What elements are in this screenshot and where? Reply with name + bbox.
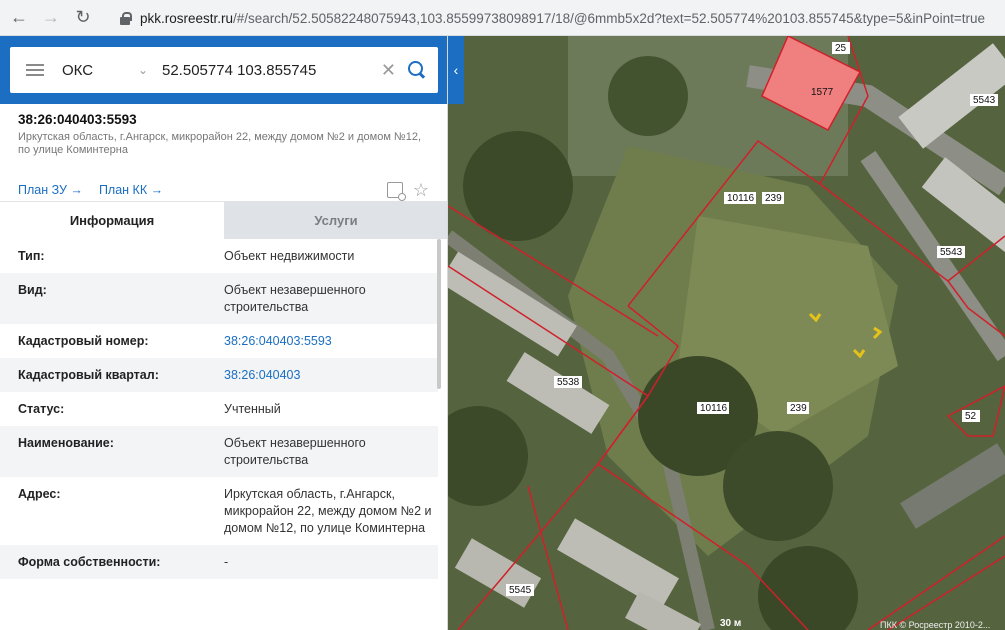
plan-zu-link[interactable]: План ЗУ → bbox=[18, 183, 83, 197]
forward-icon[interactable]: → bbox=[38, 5, 64, 31]
info-key: Статус: bbox=[18, 402, 65, 416]
parcel-label: 5543 bbox=[973, 95, 996, 106]
parcel-label: 52 bbox=[965, 411, 977, 422]
info-row-ownership: Форма собственности: - bbox=[0, 545, 438, 579]
parcel-label: 239 bbox=[765, 193, 782, 204]
info-key: Тип: bbox=[18, 249, 45, 263]
document-search-icon[interactable] bbox=[386, 182, 406, 201]
info-value: Объект незавершенного строительства bbox=[224, 283, 366, 314]
info-table: Тип: Объект недвижимости Вид: Объект нез… bbox=[0, 239, 438, 579]
plan-links: План ЗУ → План КК → ☆ bbox=[18, 180, 429, 201]
info-row-type: Тип: Объект недвижимости bbox=[0, 239, 438, 273]
info-key: Наименование: bbox=[18, 436, 114, 450]
browser-toolbar: ← → ↻ pkk.rosreestr.ru/#/search/52.50582… bbox=[0, 0, 1005, 36]
search-input[interactable]: 52.505774 103.855745 bbox=[162, 62, 381, 79]
search-box: ОКС ⌄ 52.505774 103.855745 ✕ bbox=[10, 47, 438, 93]
url-path: /#/search/52.50582248075943,103.85599738… bbox=[233, 10, 985, 26]
object-address: Иркутская область, г.Ангарск, микрорайон… bbox=[18, 131, 422, 156]
collapse-panel-icon[interactable]: ‹ bbox=[448, 36, 464, 104]
info-panel: ОКС ⌄ 52.505774 103.855745 ✕ 38:26:04040… bbox=[0, 36, 448, 630]
tabs: Информация Услуги bbox=[0, 201, 447, 239]
address-bar[interactable]: pkk.rosreestr.ru/#/search/52.50582248075… bbox=[104, 4, 1005, 32]
reload-icon[interactable]: ↻ bbox=[70, 5, 96, 31]
satellite-map: 25 1577 5543 10116 239 5543 5538 10116 2… bbox=[448, 36, 1005, 630]
info-row-address: Адрес: Иркутская область, г.Ангарск, мик… bbox=[0, 477, 438, 545]
info-row-cadastral-number: Кадастровый номер: 38:26:040403:5593 bbox=[0, 324, 438, 358]
info-value: Учтенный bbox=[224, 402, 281, 416]
tab-information[interactable]: Информация bbox=[0, 201, 224, 239]
parcel-label: 10116 bbox=[700, 403, 728, 414]
parcel-label: 10116 bbox=[727, 193, 755, 204]
search-header: ОКС ⌄ 52.505774 103.855745 ✕ bbox=[0, 36, 447, 104]
panel-scrollbar[interactable] bbox=[437, 239, 441, 389]
lock-icon bbox=[118, 11, 132, 25]
object-type-select[interactable]: ОКС ⌄ bbox=[62, 62, 152, 79]
cadastral-quarter-link[interactable]: 38:26:040403 bbox=[224, 367, 438, 384]
info-key: Кадастровый номер: bbox=[18, 334, 149, 348]
object-cadastral-number: 38:26:040403:5593 bbox=[18, 112, 137, 127]
info-value: Иркутская область, г.Ангарск, микрорайон… bbox=[224, 487, 432, 535]
info-key: Адрес: bbox=[18, 487, 61, 501]
cadastral-number-link[interactable]: 38:26:040403:5593 bbox=[224, 333, 438, 350]
info-row-kind: Вид: Объект незавершенного строительства bbox=[0, 273, 438, 324]
info-key: Кадастровый квартал: bbox=[18, 368, 159, 382]
chevron-down-icon: ⌄ bbox=[137, 63, 148, 77]
menu-icon[interactable] bbox=[26, 64, 44, 76]
info-row-name: Наименование: Объект незавершенного стро… bbox=[0, 426, 438, 477]
back-icon[interactable]: ← bbox=[6, 5, 32, 31]
info-row-status: Статус: Учтенный bbox=[0, 392, 438, 426]
map-copyright: ПКК © Росреестр 2010-2... bbox=[880, 620, 991, 630]
parcel-label: 25 bbox=[835, 43, 847, 54]
info-row-cadastral-quarter: Кадастровый квартал: 38:26:040403 bbox=[0, 358, 438, 392]
info-value: Объект незавершенного строительства bbox=[224, 436, 366, 467]
info-key: Форма собственности: bbox=[18, 555, 161, 569]
tab-services[interactable]: Услуги bbox=[224, 201, 447, 239]
parcel-label: 5543 bbox=[940, 247, 963, 258]
search-icon[interactable] bbox=[408, 61, 426, 79]
star-icon[interactable]: ☆ bbox=[413, 180, 429, 201]
map-view[interactable]: 25 1577 5543 10116 239 5543 5538 10116 2… bbox=[448, 36, 1005, 630]
plan-kk-link[interactable]: План КК → bbox=[99, 183, 163, 197]
clear-icon[interactable]: ✕ bbox=[381, 60, 396, 81]
parcel-label: 239 bbox=[790, 403, 807, 414]
parcel-label: 5545 bbox=[509, 585, 532, 596]
parcel-label-selected: 1577 bbox=[811, 87, 834, 98]
info-value: - bbox=[224, 555, 229, 569]
info-value: Объект недвижимости bbox=[224, 249, 355, 263]
url-domain: pkk.rosreestr.ru bbox=[140, 10, 234, 26]
object-type-value: ОКС bbox=[62, 61, 94, 79]
parcel-label: 5538 bbox=[557, 377, 580, 388]
map-scale: 30 м bbox=[720, 618, 742, 629]
info-key: Вид: bbox=[18, 283, 47, 297]
